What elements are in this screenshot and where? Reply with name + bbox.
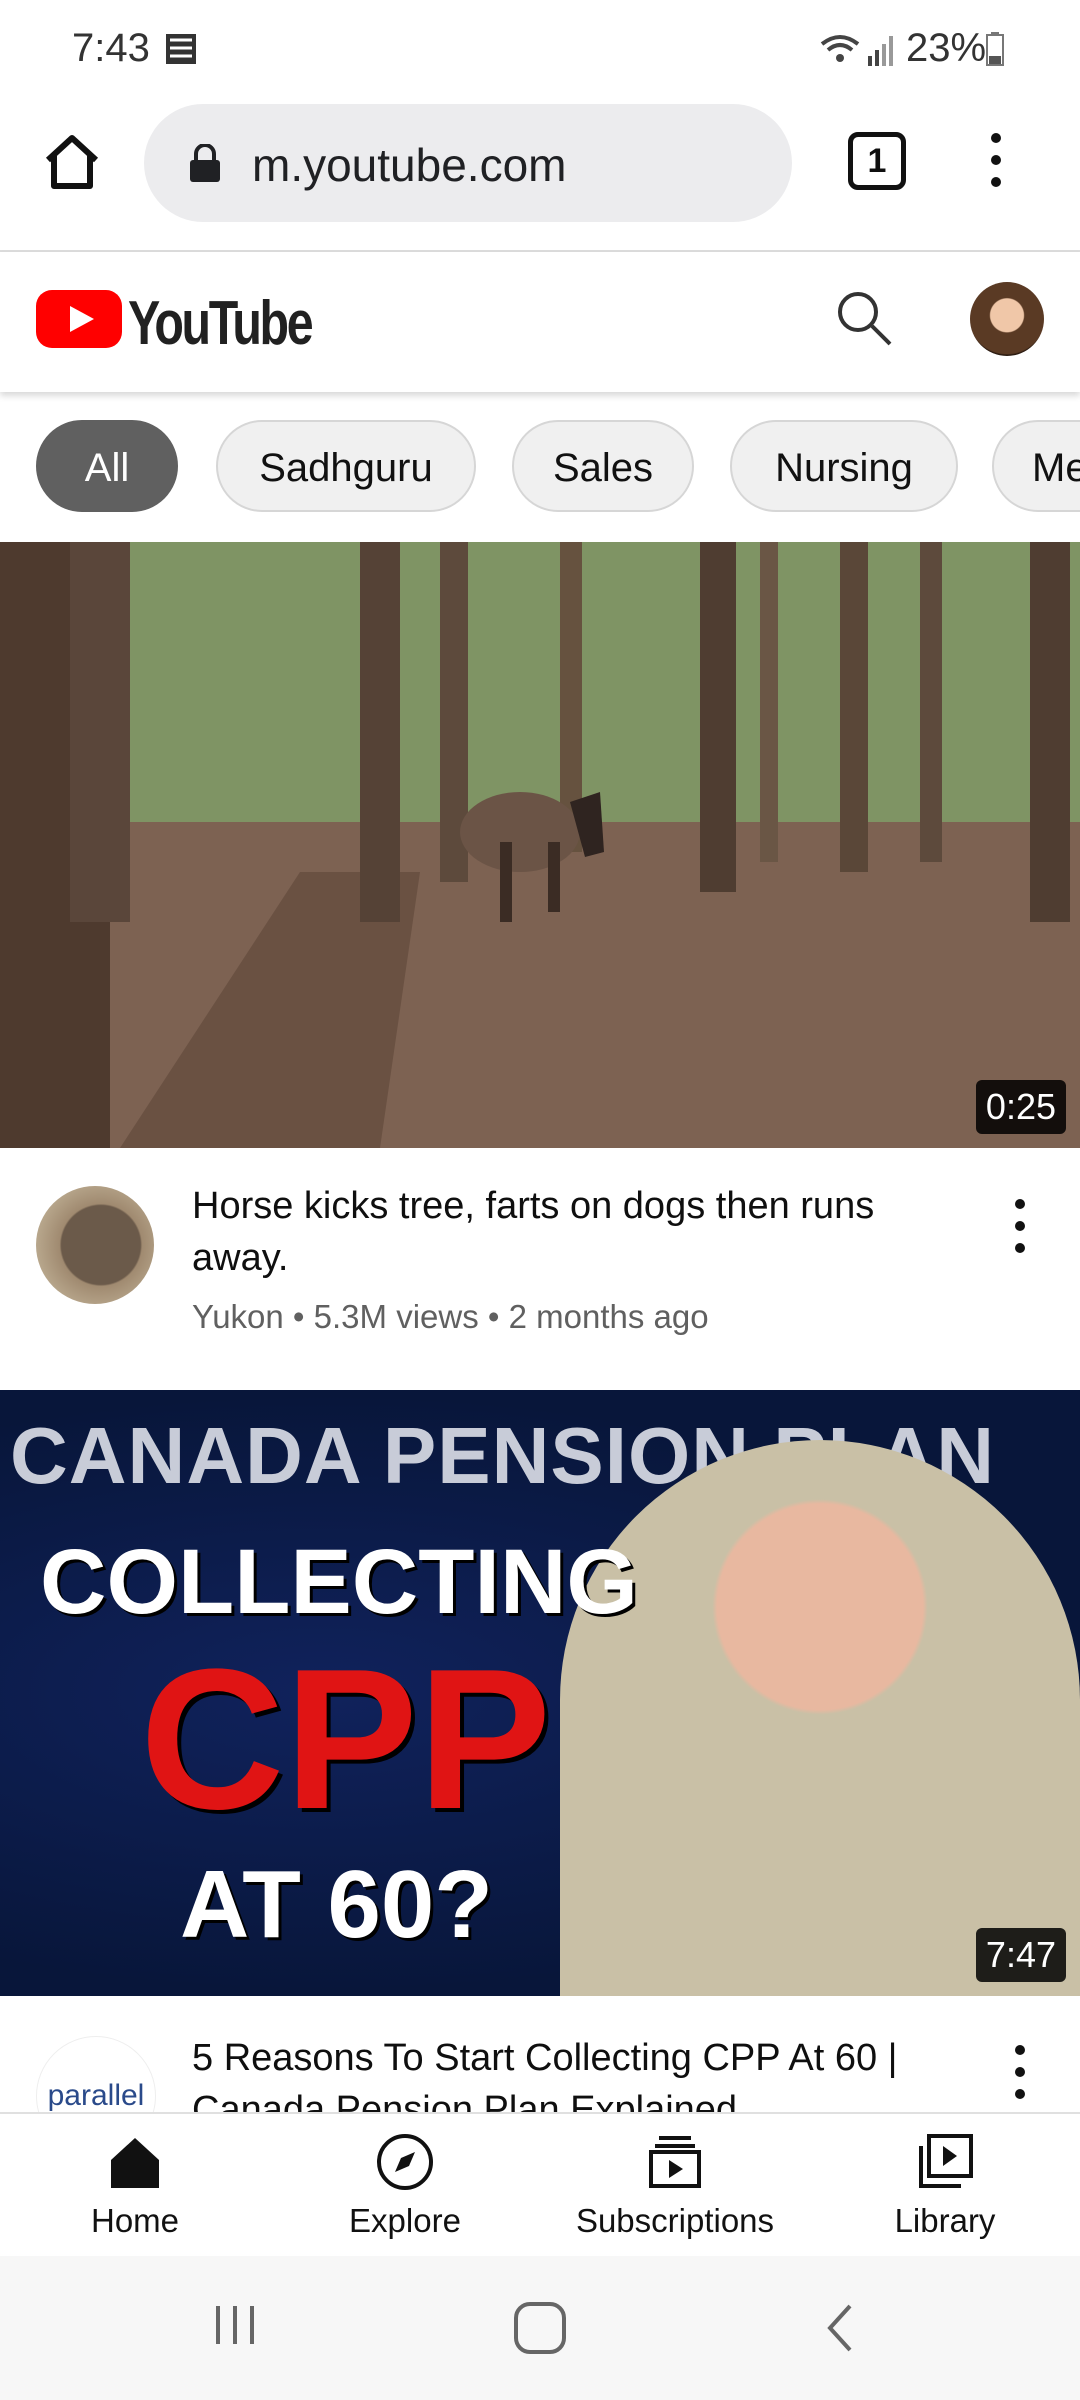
lock-icon	[190, 144, 220, 182]
nav-library-label: Library	[894, 2202, 996, 2239]
home-icon	[111, 2138, 159, 2188]
forest-scene-image	[0, 542, 1080, 1148]
video-title[interactable]: 5 Reasons To Start Collecting CPP At 60 …	[192, 2032, 972, 2112]
chip-partial[interactable]: Me	[992, 420, 1080, 512]
presenter-image	[560, 1440, 1080, 1996]
wifi-signal-icon	[820, 35, 893, 66]
youtube-header: YouTube	[0, 252, 1080, 392]
youtube-logo-icon[interactable]	[36, 288, 122, 350]
chip-nursing[interactable]: Nursing	[730, 420, 958, 512]
youtube-logo-text[interactable]: YouTube	[128, 288, 314, 359]
video-subtitle: Yukon • 5.3M views • 2 months ago	[192, 1298, 709, 1336]
channel-avatar[interactable]: parallel	[36, 2036, 156, 2112]
channel-name: Yukon	[192, 1298, 284, 1335]
thumbnail-line3: AT 60?	[180, 1851, 493, 1958]
tab-switcher-button[interactable]: 1	[848, 132, 906, 190]
separator-dot: •	[292, 1298, 314, 1335]
back-icon[interactable]	[820, 2300, 860, 2356]
status-time: 7:43	[72, 26, 150, 70]
view-count: 5.3M views	[313, 1298, 479, 1335]
library-icon	[919, 2134, 973, 2188]
nav-explore[interactable]: Explore	[270, 2132, 540, 2240]
upload-age: 2 months ago	[508, 1298, 709, 1335]
nav-explore-label: Explore	[349, 2202, 461, 2239]
chip-sadhguru[interactable]: Sadhguru	[216, 420, 476, 512]
search-icon[interactable]	[832, 286, 896, 350]
browser-menu-icon[interactable]	[976, 130, 1016, 190]
thumbnail-line2: CPP	[140, 1628, 552, 1851]
status-bar: 7:43 23%	[0, 0, 1080, 100]
separator-dot: •	[487, 1298, 509, 1335]
battery-icon	[986, 32, 1004, 66]
filter-chips-bar: All Sadhguru Sales Nursing Me	[0, 392, 1080, 542]
channel-avatar[interactable]	[36, 1186, 154, 1304]
video-meta: parallel 5 Reasons To Start Collecting C…	[0, 1996, 1080, 2112]
chip-sales[interactable]: Sales	[512, 420, 694, 512]
battery-percent: 23%	[906, 26, 987, 70]
compass-icon	[377, 2134, 433, 2190]
more-options-icon[interactable]	[1002, 2042, 1038, 2102]
bottom-navigation: Home Explore Subscriptions Library	[0, 2112, 1080, 2258]
system-home-icon[interactable]	[512, 2300, 568, 2356]
browser-toolbar: m.youtube.com 1	[0, 100, 1080, 252]
url-text: m.youtube.com	[252, 139, 567, 191]
browser-home-icon[interactable]	[40, 130, 104, 194]
recent-apps-icon[interactable]	[210, 2300, 260, 2350]
video-duration: 7:47	[975, 1928, 1066, 1982]
nav-library[interactable]: Library	[810, 2132, 1080, 2240]
system-navigation-bar	[0, 2256, 1080, 2400]
subscriptions-icon	[649, 2136, 701, 2188]
nav-home[interactable]: Home	[0, 2132, 270, 2240]
video-thumbnail[interactable]: CANADA PENSION PLAN COLLECTING CPP AT 60…	[0, 1390, 1080, 1996]
video-meta: Horse kicks tree, farts on dogs then run…	[0, 1148, 1080, 1390]
nav-subscriptions-label: Subscriptions	[575, 2202, 775, 2239]
video-duration: 0:25	[975, 1080, 1066, 1134]
nav-subscriptions[interactable]: Subscriptions	[540, 2132, 810, 2240]
more-options-icon[interactable]	[1002, 1196, 1038, 1256]
video-title[interactable]: Horse kicks tree, farts on dogs then run…	[192, 1180, 972, 1284]
account-avatar[interactable]	[970, 282, 1044, 356]
notification-icon	[166, 34, 196, 64]
address-bar[interactable]: m.youtube.com	[144, 104, 792, 222]
chip-all[interactable]: All	[36, 420, 178, 512]
nav-home-label: Home	[90, 2202, 180, 2239]
thumbnail-line1: COLLECTING	[40, 1531, 638, 1633]
video-thumbnail[interactable]: 0:25	[0, 542, 1080, 1148]
